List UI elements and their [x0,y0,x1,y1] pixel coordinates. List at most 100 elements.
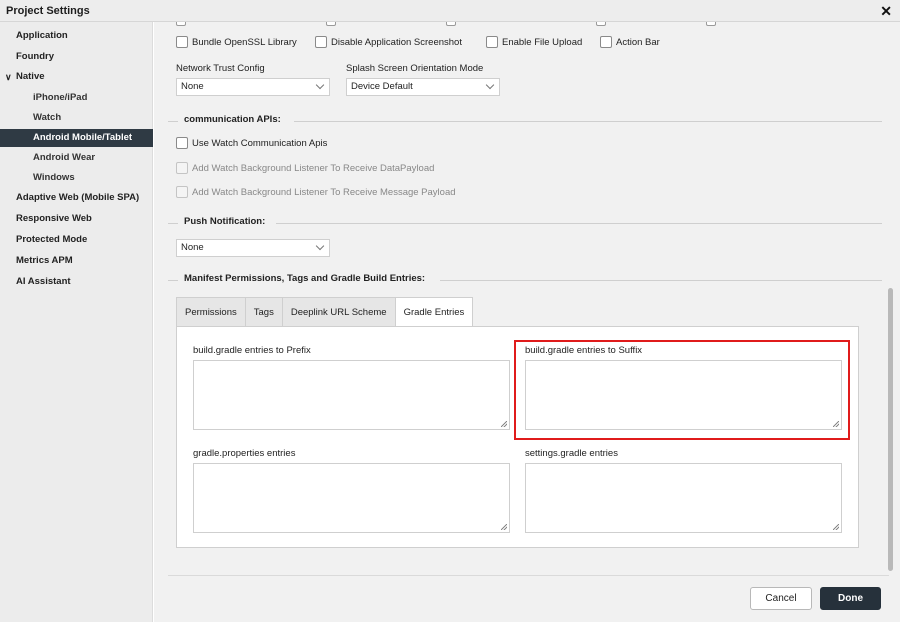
select-value: Device Default [351,81,413,92]
sidebar-item-ai-assistant[interactable]: AI Assistant [0,273,153,291]
resize-handle-icon[interactable] [833,421,839,427]
checkbox-box [176,186,188,198]
network-trust-config-label: Network Trust Config [176,63,265,74]
bundle-openssl-checkbox[interactable]: Bundle OpenSSL Library [176,35,297,49]
sidebar-item-label: Protected Mode [16,234,88,245]
sidebar-item-label: Metrics APM [16,255,73,266]
settings-gradle-textarea[interactable] [525,463,842,533]
sidebar-item-responsive-web[interactable]: Responsive Web [0,210,153,228]
footer-divider [168,575,889,576]
sidebar-item-label: Android Mobile/Tablet [33,132,133,143]
network-trust-config-select[interactable]: None [176,78,330,96]
manifest-tabs: Permissions Tags Deeplink URL Scheme Gra… [176,297,474,327]
sidebar-item-label: Windows [33,172,75,183]
checkbox[interactable] [176,22,186,26]
sidebar-item-label: Watch [33,112,62,123]
sidebar-item-foundry[interactable]: Foundry [0,48,153,66]
build-gradle-prefix-textarea[interactable] [193,360,510,430]
checkbox-box[interactable] [176,36,188,48]
sidebar-item-label: Application [16,30,68,41]
done-button[interactable]: Done [820,587,881,610]
select-value: None [181,242,204,253]
checkbox[interactable] [326,22,336,26]
checkbox-label: Add Watch Background Listener To Receive… [192,162,435,174]
section-divider [440,280,882,281]
watch-bg-datapayload-checkbox: Add Watch Background Listener To Receive… [176,161,434,175]
watch-bg-message-payload-checkbox: Add Watch Background Listener To Receive… [176,185,456,199]
checkbox-box [176,162,188,174]
gradle-entries-panel: build.gradle entries to Prefix build.gra… [176,326,859,548]
sidebar-item-windows[interactable]: Windows [0,169,153,187]
tab-deeplink-url-scheme[interactable]: Deeplink URL Scheme [281,297,395,327]
checkbox-box[interactable] [315,36,327,48]
settings-scroll-content: Bundle OpenSSL Library Disable Applicati… [154,22,892,577]
enable-file-upload-checkbox[interactable]: Enable File Upload [486,35,582,49]
sidebar-item-label: iPhone/iPad [33,92,88,103]
sidebar-item-watch[interactable]: Watch [0,109,153,127]
sidebar-item-native[interactable]: ∨ Native [0,68,153,86]
sidebar-item-application[interactable]: Application [0,27,153,45]
select-value: None [181,81,204,92]
splash-orientation-select[interactable]: Device Default [346,78,500,96]
checkbox-label: Disable Application Screenshot [331,36,462,48]
sidebar-item-android-mobile-tablet[interactable]: Android Mobile/Tablet [0,129,153,147]
chevron-down-icon [485,80,495,90]
settings-gradle-label: settings.gradle entries [525,448,618,459]
sidebar-item-label: Foundry [16,51,54,62]
checkbox[interactable] [446,22,456,26]
resize-handle-icon[interactable] [833,524,839,530]
push-notification-select[interactable]: None [176,239,330,257]
communication-apis-section: communication APIs: [168,114,882,128]
checkbox[interactable] [596,22,606,26]
checkbox-label: Bundle OpenSSL Library [192,36,297,48]
checkbox-label: Add Watch Background Listener To Receive… [192,186,456,198]
cancel-button[interactable]: Cancel [750,587,812,610]
title-bar: Project Settings ✕ [0,0,900,22]
sidebar-item-adaptive-web[interactable]: Adaptive Web (Mobile SPA) [0,189,153,207]
chevron-down-icon [315,241,325,251]
section-divider [168,121,178,122]
checkbox-box[interactable] [176,137,188,149]
gradle-properties-textarea[interactable] [193,463,510,533]
section-divider [276,223,882,224]
sidebar-item-protected-mode[interactable]: Protected Mode [0,231,153,249]
checkbox-box[interactable] [486,36,498,48]
section-heading: communication APIs: [184,114,289,125]
window-title: Project Settings [6,5,90,17]
sidebar-item-label: Native [16,71,45,82]
sidebar: Application Foundry ∨ Native iPhone/iPad … [0,22,153,622]
checkbox-label: Action Bar [616,36,660,48]
checkbox-label: Enable File Upload [502,36,583,48]
sidebar-item-label: Android Wear [33,152,96,163]
scrolled-off-options-row [176,22,826,26]
use-watch-communication-checkbox[interactable]: Use Watch Communication Apis [176,136,327,150]
tab-permissions[interactable]: Permissions [176,297,245,327]
build-gradle-prefix-label: build.gradle entries to Prefix [193,345,311,356]
section-heading: Push Notification: [184,216,274,227]
sidebar-item-iphone-ipad[interactable]: iPhone/iPad [0,89,153,107]
build-gradle-suffix-label: build.gradle entries to Suffix [525,345,643,356]
gradle-properties-label: gradle.properties entries [193,448,296,459]
checkbox[interactable] [706,22,716,26]
sidebar-item-metrics-apm[interactable]: Metrics APM [0,252,153,270]
checkbox-box[interactable] [600,36,612,48]
section-divider [168,223,178,224]
build-gradle-suffix-textarea[interactable] [525,360,842,430]
checkbox-label: Use Watch Communication Apis [192,137,328,149]
vertical-scrollbar[interactable] [888,288,893,571]
disable-screenshot-checkbox[interactable]: Disable Application Screenshot [315,35,462,49]
action-bar-checkbox[interactable]: Action Bar [600,35,660,49]
tab-gradle-entries[interactable]: Gradle Entries [394,297,474,327]
close-icon[interactable]: ✕ [880,3,892,20]
section-divider [294,121,882,122]
tab-tags[interactable]: Tags [244,297,282,327]
chevron-down-icon [315,80,325,90]
sidebar-item-android-wear[interactable]: Android Wear [0,149,153,167]
manifest-section: Manifest Permissions, Tags and Gradle Bu… [168,273,882,287]
chevron-down-icon[interactable]: ∨ [5,68,12,86]
sidebar-item-label: Adaptive Web (Mobile SPA) [16,192,140,203]
resize-handle-icon[interactable] [501,421,507,427]
settings-panel: Bundle OpenSSL Library Disable Applicati… [154,22,900,622]
resize-handle-icon[interactable] [501,524,507,530]
sidebar-item-label: Responsive Web [16,213,92,224]
